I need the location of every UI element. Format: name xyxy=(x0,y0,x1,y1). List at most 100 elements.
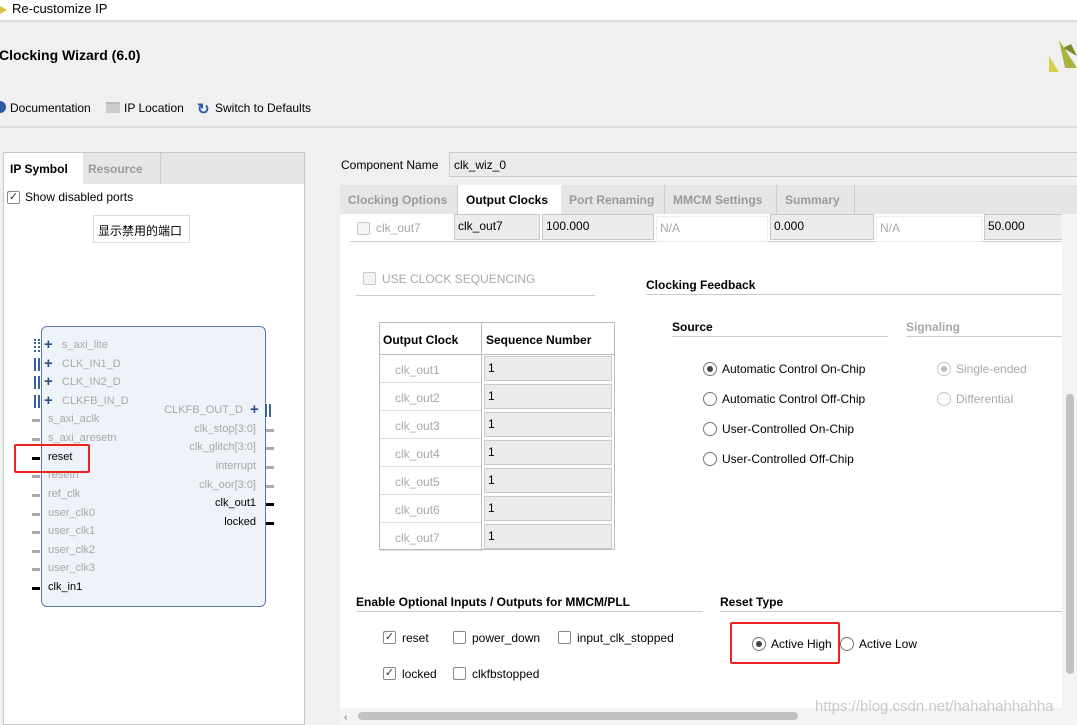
pin-icon xyxy=(32,438,40,441)
seq-number-field[interactable]: 1 xyxy=(484,384,612,409)
port-clk-out1: clk_out1 xyxy=(215,497,256,509)
port-user-clk0: user_clk0 xyxy=(48,507,96,519)
pin-icon xyxy=(32,587,40,590)
tab-summary[interactable]: Summary xyxy=(777,185,855,214)
use-clock-sequencing-label: USE CLOCK SEQUENCING xyxy=(382,272,536,286)
seq-number-field[interactable]: 1 xyxy=(484,496,612,521)
tab-port-renaming[interactable]: Port Renaming xyxy=(561,185,665,214)
optional-clkfbstopped-checkbox[interactable] xyxy=(453,667,466,680)
clk-out7-row: clk_out7 clk_out7 100.000 N/A 0.000 N/A … xyxy=(350,214,1064,242)
duty-field[interactable]: 50.000 xyxy=(984,214,1064,240)
seq-number-field[interactable]: 1 xyxy=(484,356,612,381)
pin-icon xyxy=(266,522,274,525)
source-radio[interactable] xyxy=(703,392,717,406)
folder-icon xyxy=(106,102,120,113)
freq-field[interactable]: 100.000 xyxy=(542,214,654,240)
highlight-reset xyxy=(14,444,90,473)
port-interrupt: interrupt xyxy=(215,460,256,472)
source-title: Source xyxy=(672,320,713,334)
switch-defaults-button[interactable]: Switch to Defaults xyxy=(215,101,311,115)
bus-pin-icon xyxy=(34,358,40,371)
source-label: Automatic Control Off-Chip xyxy=(722,392,866,406)
show-disabled-checkbox[interactable]: ✓ xyxy=(7,191,20,204)
seq-row-clock: clk_out4 xyxy=(380,439,482,467)
expand-plus-icon[interactable]: + xyxy=(250,401,259,418)
signaling-radio[interactable] xyxy=(937,392,951,406)
seq-row-clock: clk_out5 xyxy=(380,467,482,495)
ip-location-button[interactable]: IP Location xyxy=(124,101,184,115)
pin-icon xyxy=(32,531,40,534)
port-s-axi-aresetn: s_axi_aresetn xyxy=(48,432,117,444)
optional-locked-checkbox[interactable]: ✓ xyxy=(383,667,396,680)
optional-label: input_clk_stopped xyxy=(577,631,674,645)
seq-row-clock: clk_out7 xyxy=(380,523,482,551)
source-radio[interactable] xyxy=(703,422,717,436)
optional-label: locked xyxy=(402,667,437,681)
window-title: Re-customize IP xyxy=(12,1,108,16)
optional-reset-checkbox[interactable]: ✓ xyxy=(383,631,396,644)
actual-freq: N/A xyxy=(656,216,768,242)
bus-pin-icon xyxy=(34,376,40,389)
seq-number-field[interactable]: 1 xyxy=(484,440,612,465)
port-s-axi-aclk: s_axi_aclk xyxy=(48,413,100,425)
active-low-label: Active Low xyxy=(859,637,918,651)
use-clock-sequencing-checkbox[interactable] xyxy=(363,272,376,285)
port-clk-in1: clk_in1 xyxy=(48,581,83,593)
signaling-label: Differential xyxy=(956,392,1014,406)
tab-mmcm-settings[interactable]: MMCM Settings xyxy=(665,185,777,214)
port-user-clk1: user_clk1 xyxy=(48,525,96,537)
tab-ip-symbol[interactable]: IP Symbol xyxy=(4,153,83,184)
optional-label: power_down xyxy=(472,631,541,645)
port-clk-stop-3-0-: clk_stop[3:0] xyxy=(194,423,256,435)
clk-out7-checkbox[interactable] xyxy=(357,222,370,235)
clk-out7-label: clk_out7 xyxy=(376,221,421,235)
component-name-input[interactable]: clk_wiz_0 xyxy=(449,152,1077,177)
expand-plus-icon[interactable]: + xyxy=(44,392,53,409)
signaling-radio[interactable] xyxy=(937,362,951,376)
bus-pin-icon xyxy=(265,404,271,417)
source-radio[interactable] xyxy=(703,452,717,466)
documentation-button[interactable]: Documentation xyxy=(10,101,91,115)
tab-output-clocks[interactable]: Output Clocks xyxy=(458,185,561,214)
source-radio[interactable] xyxy=(703,362,717,376)
port-s-axi-lite: s_axi_lite xyxy=(62,339,108,351)
hscroll-thumb[interactable] xyxy=(358,712,798,720)
seq-number-field[interactable]: 1 xyxy=(484,468,612,493)
app-icon xyxy=(0,6,7,14)
bus-pin-icon xyxy=(34,339,40,352)
pin-icon xyxy=(32,475,40,478)
seq-number-field[interactable]: 1 xyxy=(484,524,612,549)
pin-icon xyxy=(32,568,40,571)
port-clk-in1-d: CLK_IN1_D xyxy=(62,358,121,370)
active-low-radio[interactable] xyxy=(840,637,854,651)
port-name-field[interactable]: clk_out7 xyxy=(454,214,540,240)
tab-resource[interactable]: Resource xyxy=(83,153,161,184)
expand-plus-icon[interactable]: + xyxy=(44,355,53,372)
port-clk-oor-3-0-: clk_oor[3:0] xyxy=(199,479,256,491)
header-output-clock: Output Clock xyxy=(380,323,482,355)
pin-icon xyxy=(266,503,274,506)
scroll-thumb[interactable] xyxy=(1066,394,1074,674)
watermark: https://blog.csdn.net/hahahahhahha xyxy=(815,698,1054,715)
optional-power-down-checkbox[interactable] xyxy=(453,631,466,644)
expand-plus-icon[interactable]: + xyxy=(44,336,53,353)
seq-number-field[interactable]: 1 xyxy=(484,412,612,437)
vertical-scrollbar[interactable] xyxy=(1062,214,1077,708)
pin-icon xyxy=(266,466,274,469)
signaling-label: Single-ended xyxy=(956,362,1027,376)
reset-type-title: Reset Type xyxy=(720,595,784,609)
clocking-feedback-title: Clocking Feedback xyxy=(646,278,756,292)
pin-icon xyxy=(266,429,274,432)
signaling-title: Signaling xyxy=(906,320,960,334)
header-sequence-number: Sequence Number xyxy=(482,323,614,355)
tab-clocking-options[interactable]: Clocking Options xyxy=(340,185,458,214)
port-clk-in2-d: CLK_IN2_D xyxy=(62,376,121,388)
phase-field[interactable]: 0.000 xyxy=(770,214,874,240)
seq-row-clock: clk_out1 xyxy=(380,355,482,383)
expand-plus-icon[interactable]: + xyxy=(44,373,53,390)
optional-input-clk-stopped-checkbox[interactable] xyxy=(558,631,571,644)
show-disabled-label: Show disabled ports xyxy=(25,190,134,204)
highlight-active-high xyxy=(730,622,840,664)
port-user-clk2: user_clk2 xyxy=(48,544,96,556)
seq-row-clock: clk_out3 xyxy=(380,411,482,439)
